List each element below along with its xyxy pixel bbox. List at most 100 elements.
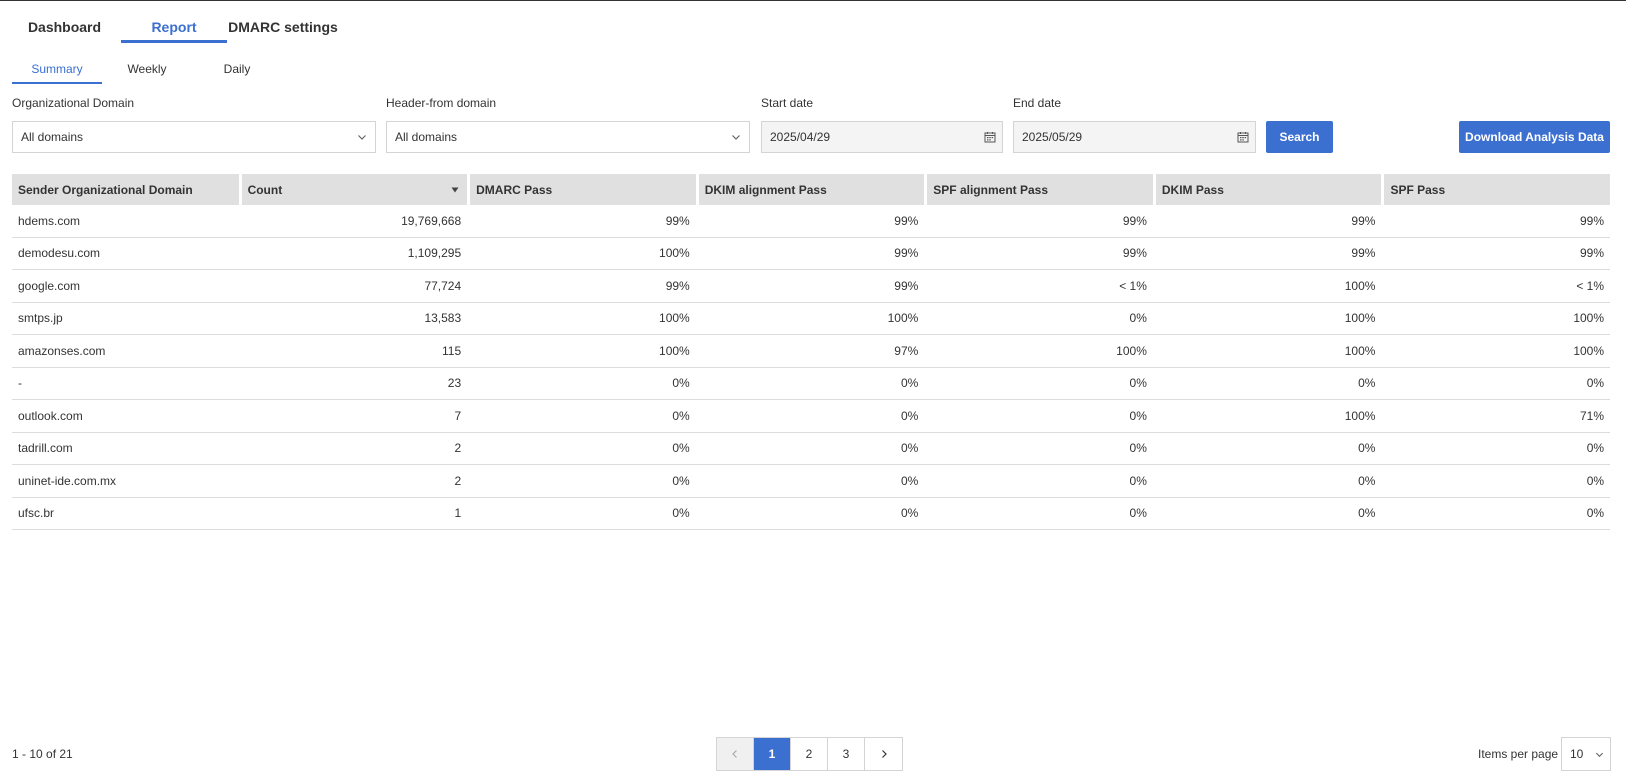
header-from-value: All domains — [395, 130, 458, 144]
download-analysis-button[interactable]: Download Analysis Data — [1459, 121, 1610, 153]
header-from-label: Header-from domain — [386, 96, 497, 110]
tab-summary[interactable]: Summary — [12, 54, 102, 84]
column-header-spf-pass[interactable]: SPF Pass — [1384, 174, 1611, 205]
prev-page-button[interactable] — [717, 738, 754, 770]
table-row[interactable]: ufsc.br 1 0% 0% 0% 0% 0% — [12, 498, 1610, 530]
tab-dashboard[interactable]: Dashboard — [8, 12, 121, 42]
column-header-count[interactable]: Count — [241, 174, 468, 205]
cell-count: 19,769,668 — [401, 213, 462, 228]
cell-dkim-alignment-pass: 0% — [900, 506, 919, 521]
cell-dmarc-pass: 0% — [672, 376, 690, 391]
table-row[interactable]: uninet-ide.com.mx 2 0% 0% 0% 0% 0% — [12, 465, 1610, 498]
table-row[interactable]: amazonses.com 115 100% 97% 100% 100% 100% — [12, 335, 1610, 368]
cell-spf-pass: 99% — [1580, 213, 1605, 228]
calendar-icon[interactable] — [984, 131, 996, 143]
cell-spf-alignment-pass: 0% — [1129, 311, 1147, 326]
sub-tabs: Summary Weekly Daily — [12, 54, 282, 84]
cell-count: 77,724 — [424, 278, 462, 293]
cell-sender-domain: google.com — [18, 278, 81, 293]
start-date-input[interactable]: 2025/04/29 — [761, 121, 1003, 153]
cell-dkim-pass: 0% — [1358, 441, 1376, 456]
org-domain-select[interactable]: All domains — [12, 121, 376, 153]
cell-count: 7 — [454, 408, 462, 423]
table-row[interactable]: hdems.com 19,769,668 99% 99% 99% 99% 99% — [12, 205, 1610, 238]
sort-descending-icon[interactable] — [451, 187, 459, 193]
column-header-spf-alignment-pass[interactable]: SPF alignment Pass — [927, 174, 1153, 205]
cell-sender-domain: - — [18, 376, 22, 391]
table-row[interactable]: - 23 0% 0% 0% 0% 0% — [12, 368, 1610, 400]
tab-report[interactable]: Report — [121, 12, 227, 43]
pagination-range: 1 - 10 of 21 — [12, 747, 73, 761]
cell-spf-pass: 100% — [1573, 343, 1605, 358]
tab-weekly[interactable]: Weekly — [102, 54, 192, 84]
chevron-down-icon — [732, 135, 740, 140]
cell-spf-pass: 0% — [1586, 506, 1605, 521]
end-date-value: 2025/05/29 — [1022, 130, 1083, 144]
cell-dkim-pass: 100% — [1344, 311, 1376, 326]
cell-dkim-alignment-pass: 0% — [900, 376, 919, 391]
column-header-count-label: Count — [247, 182, 283, 197]
cell-dkim-alignment-pass: 99% — [894, 278, 919, 293]
page-button-1[interactable]: 1 — [754, 738, 791, 770]
cell-dkim-pass: 0% — [1358, 506, 1376, 521]
column-header-dkim-pass[interactable]: DKIM Pass — [1155, 174, 1382, 205]
tab-dmarc-settings[interactable]: DMARC settings — [223, 12, 343, 42]
cell-spf-alignment-pass: 0% — [1129, 376, 1147, 391]
cell-dmarc-pass: 99% — [665, 213, 690, 228]
cell-count: 1 — [454, 506, 462, 521]
next-page-button[interactable] — [865, 738, 902, 770]
table-row[interactable]: google.com 77,724 99% 99% < 1% 100% < 1% — [12, 270, 1610, 303]
cell-spf-alignment-pass: 0% — [1129, 473, 1147, 488]
column-header-sender-domain[interactable]: Sender Organizational Domain — [12, 174, 239, 205]
cell-count: 13,583 — [424, 311, 462, 326]
cell-sender-domain: outlook.com — [18, 408, 83, 423]
table-row[interactable]: outlook.com 7 0% 0% 0% 100% 71% — [12, 400, 1610, 433]
cell-spf-pass: 0% — [1586, 473, 1605, 488]
cell-dkim-pass: 0% — [1358, 473, 1376, 488]
tab-daily[interactable]: Daily — [192, 54, 282, 84]
summary-table: Sender Organizational Domain Count DMARC… — [12, 174, 1611, 530]
top-border — [0, 0, 1626, 1]
page-button-2[interactable]: 2 — [791, 738, 828, 770]
cell-count: 23 — [447, 376, 462, 391]
cell-dmarc-pass: 0% — [672, 473, 690, 488]
column-header-dmarc-pass[interactable]: DMARC Pass — [470, 174, 696, 205]
table-row[interactable]: demodesu.com 1,109,295 100% 99% 99% 99% 99% — [12, 238, 1610, 270]
cell-spf-pass: < 1% — [1576, 278, 1605, 293]
cell-count: 1,109,295 — [407, 246, 462, 261]
cell-spf-pass: 100% — [1573, 311, 1605, 326]
chevron-left-icon — [732, 750, 737, 758]
chevron-down-icon — [358, 135, 366, 140]
chevron-down-icon — [1595, 752, 1604, 758]
cell-dkim-alignment-pass: 99% — [894, 246, 919, 261]
cell-spf-alignment-pass: 0% — [1129, 441, 1147, 456]
items-per-page-value: 10 — [1570, 747, 1584, 761]
start-date-label: Start date — [761, 96, 814, 110]
cell-dkim-pass: 100% — [1344, 278, 1376, 293]
start-date-value: 2025/04/29 — [770, 130, 831, 144]
cell-dmarc-pass: 100% — [659, 311, 690, 326]
end-date-input[interactable]: 2025/05/29 — [1013, 121, 1256, 153]
cell-dmarc-pass: 100% — [659, 246, 690, 261]
calendar-icon[interactable] — [1237, 131, 1249, 143]
cell-dmarc-pass: 100% — [659, 343, 690, 358]
cell-sender-domain: hdems.com — [18, 213, 81, 228]
chevron-right-icon — [881, 750, 887, 758]
items-per-page-label: Items per page — [1478, 747, 1559, 761]
column-header-dkim-alignment-pass[interactable]: DKIM alignment Pass — [698, 174, 925, 205]
cell-dkim-pass: 100% — [1344, 343, 1376, 358]
cell-count: 2 — [454, 473, 462, 488]
page-button-3[interactable]: 3 — [828, 738, 865, 770]
cell-count: 2 — [454, 441, 462, 456]
cell-dkim-alignment-pass: 97% — [894, 343, 919, 358]
cell-spf-alignment-pass: 0% — [1129, 506, 1147, 521]
cell-spf-pass: 71% — [1580, 408, 1605, 423]
items-per-page-select[interactable]: 10 — [1561, 737, 1611, 771]
org-domain-value: All domains — [21, 130, 84, 144]
table-row[interactable]: smtps.jp 13,583 100% 100% 0% 100% 100% — [12, 303, 1610, 335]
table-row[interactable]: tadrill.com 2 0% 0% 0% 0% 0% — [12, 433, 1610, 465]
search-button[interactable]: Search — [1266, 121, 1333, 153]
cell-dmarc-pass: 0% — [672, 408, 690, 423]
header-from-select[interactable]: All domains — [386, 121, 750, 153]
cell-dkim-alignment-pass: 0% — [900, 441, 919, 456]
